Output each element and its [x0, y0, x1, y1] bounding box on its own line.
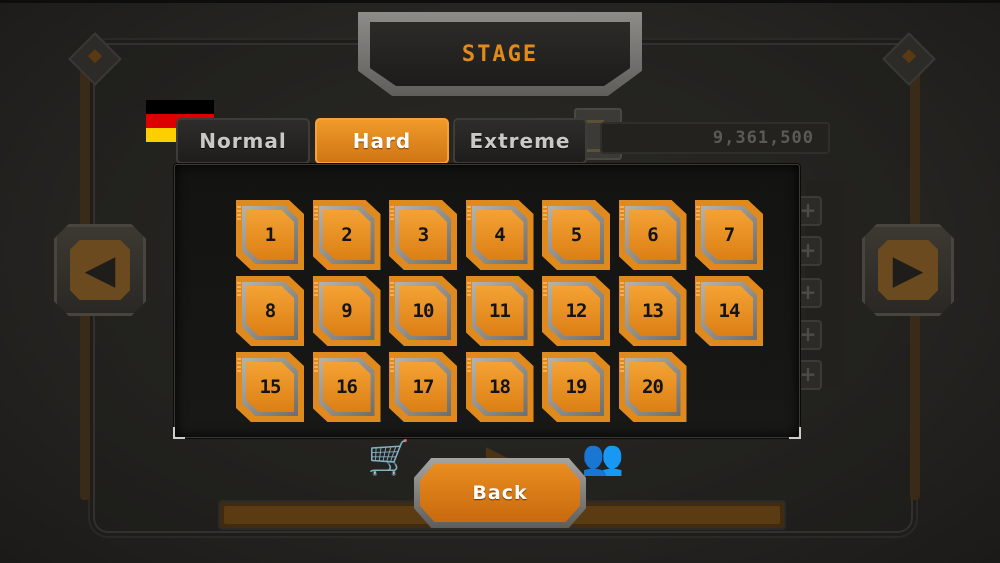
stage-button-face: 8: [246, 286, 294, 336]
stage-number: 15: [259, 376, 282, 398]
stage-number: 17: [412, 376, 435, 398]
stage-button-dots: [466, 358, 471, 372]
page-title: STAGE: [461, 41, 539, 67]
cart-icon: 🛒: [367, 438, 411, 478]
back-button[interactable]: Back: [414, 458, 586, 528]
stage-number: 16: [336, 376, 358, 398]
stage-button[interactable]: 5: [542, 200, 610, 270]
stage-button-face: 18: [475, 362, 524, 412]
tab-hard[interactable]: Hard: [315, 118, 449, 164]
stage-button-face: 10: [399, 286, 447, 336]
flag-stripe-black: [146, 100, 214, 114]
stage-number: 20: [642, 376, 664, 398]
stage-number: 7: [723, 224, 735, 246]
stage-number: 19: [565, 376, 588, 398]
stage-button-dots: [313, 282, 318, 296]
stage-button-dots: [237, 282, 241, 296]
stage-button[interactable]: 14: [695, 276, 763, 346]
stage-button[interactable]: 20: [618, 352, 687, 422]
stage-button-face: 6: [628, 210, 677, 260]
stage-button-face: 17: [399, 362, 447, 412]
stage-number: 14: [718, 300, 741, 322]
stage-button-dots: [466, 206, 471, 220]
stage-number: 1: [264, 224, 276, 246]
stage-button-face: 13: [628, 286, 677, 336]
stage-button-dots: [237, 206, 241, 220]
stage-button[interactable]: 19: [542, 352, 610, 422]
stage-button[interactable]: 17: [389, 352, 457, 422]
stage-button-dots: [390, 282, 394, 296]
stage-number: 10: [412, 300, 435, 322]
tab-extreme[interactable]: Extreme: [453, 118, 587, 164]
stage-number: 9: [341, 300, 352, 322]
stage-button-dots: [390, 358, 394, 372]
back-button-label: Back: [472, 482, 528, 504]
stage-button[interactable]: 8: [236, 276, 304, 346]
stage-button[interactable]: 2: [312, 200, 381, 270]
stage-number: 12: [565, 300, 588, 322]
stage-button-dots: [619, 282, 624, 296]
stage-number: 18: [489, 376, 511, 398]
tab-normal[interactable]: Normal: [176, 118, 310, 164]
stage-number: 3: [417, 224, 429, 246]
stage-button-face: 19: [552, 362, 600, 412]
stage-button-face: 9: [322, 286, 371, 336]
people-icon: 👥: [581, 438, 625, 478]
top-edge: [0, 0, 1000, 3]
stage-button-face: 15: [246, 362, 294, 412]
stage-button[interactable]: 16: [312, 352, 381, 422]
arrow-left-icon: ◀: [54, 224, 146, 316]
stage-button-face: 11: [475, 286, 524, 336]
stage-button[interactable]: 11: [465, 276, 534, 346]
stage-button-dots: [237, 358, 241, 372]
stage-button-face: 16: [322, 362, 371, 412]
stage-button-face: 1: [246, 210, 294, 260]
stage-button-dots: [619, 206, 624, 220]
stage-button-face: 7: [705, 210, 753, 260]
stage-button-dots: [313, 358, 318, 372]
stage-button-dots: [466, 282, 471, 296]
stage-button[interactable]: 6: [618, 200, 687, 270]
stage-button-dots: [696, 206, 700, 220]
stage-button[interactable]: 7: [695, 200, 763, 270]
stage-button[interactable]: 13: [618, 276, 687, 346]
stage-button[interactable]: 9: [312, 276, 381, 346]
stage-button-face: 3: [399, 210, 447, 260]
stage-button[interactable]: 3: [389, 200, 457, 270]
stage-number: 11: [489, 300, 511, 322]
tab-normal-label: Normal: [199, 129, 287, 153]
stage-number: 5: [570, 224, 582, 246]
tab-hard-label: Hard: [352, 129, 412, 153]
stage-button-face: 14: [705, 286, 753, 336]
arrow-right-icon: ▶: [862, 224, 954, 316]
stage-number: 2: [341, 224, 352, 246]
stage-button[interactable]: 18: [465, 352, 534, 422]
tab-extreme-label: Extreme: [469, 129, 571, 153]
stage-button-dots: [543, 358, 547, 372]
stage-number: 6: [647, 224, 658, 246]
stage-button-dots: [696, 282, 700, 296]
stage-button-face: 2: [322, 210, 371, 260]
stage-number: 13: [642, 300, 664, 322]
stage-button-dots: [390, 206, 394, 220]
stage-button-face: 5: [552, 210, 600, 260]
stage-button[interactable]: 1: [236, 200, 304, 270]
stage-button-dots: [619, 358, 624, 372]
stage-button-face: 4: [475, 210, 524, 260]
stage-button[interactable]: 12: [542, 276, 610, 346]
stage-button-face: 20: [628, 362, 677, 412]
stage-button-face: 12: [552, 286, 600, 336]
stage-number: 4: [494, 224, 505, 246]
stage-button[interactable]: 10: [389, 276, 457, 346]
title-box: STAGE: [370, 22, 630, 86]
stage-button-dots: [313, 206, 318, 220]
stage-button[interactable]: 15: [236, 352, 304, 422]
background-score: 9,361,500: [600, 122, 830, 154]
stage-number: 8: [264, 300, 276, 322]
stage-button[interactable]: 4: [465, 200, 534, 270]
stage-button-dots: [543, 206, 547, 220]
stage-button-dots: [543, 282, 547, 296]
